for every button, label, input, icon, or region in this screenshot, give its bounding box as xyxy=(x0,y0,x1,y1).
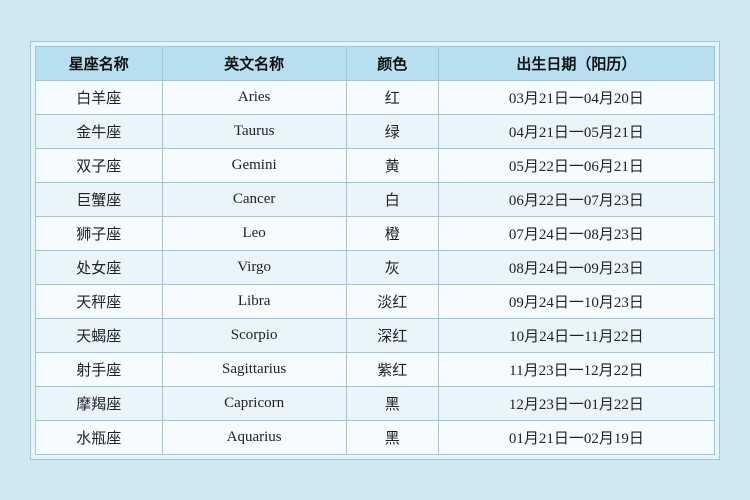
cell-color: 绿 xyxy=(346,114,438,148)
zodiac-table-container: 星座名称 英文名称 颜色 出生日期（阳历） 白羊座Aries红03月21日一04… xyxy=(30,41,720,460)
cell-en: Aquarius xyxy=(162,420,346,454)
cell-date: 01月21日一02月19日 xyxy=(438,420,714,454)
table-row: 天蝎座Scorpio深红10月24日一11月22日 xyxy=(36,318,715,352)
cell-en: Virgo xyxy=(162,250,346,284)
cell-en: Aries xyxy=(162,80,346,114)
cell-date: 07月24日一08月23日 xyxy=(438,216,714,250)
cell-color: 黄 xyxy=(346,148,438,182)
zodiac-table: 星座名称 英文名称 颜色 出生日期（阳历） 白羊座Aries红03月21日一04… xyxy=(35,46,715,455)
header-date: 出生日期（阳历） xyxy=(438,46,714,80)
table-row: 射手座Sagittarius紫红11月23日一12月22日 xyxy=(36,352,715,386)
cell-zh: 射手座 xyxy=(36,352,163,386)
cell-en: Libra xyxy=(162,284,346,318)
table-row: 金牛座Taurus绿04月21日一05月21日 xyxy=(36,114,715,148)
table-row: 狮子座Leo橙07月24日一08月23日 xyxy=(36,216,715,250)
cell-date: 09月24日一10月23日 xyxy=(438,284,714,318)
cell-zh: 双子座 xyxy=(36,148,163,182)
table-row: 摩羯座Capricorn黑12月23日一01月22日 xyxy=(36,386,715,420)
cell-color: 红 xyxy=(346,80,438,114)
cell-zh: 狮子座 xyxy=(36,216,163,250)
cell-date: 04月21日一05月21日 xyxy=(438,114,714,148)
header-en: 英文名称 xyxy=(162,46,346,80)
cell-date: 03月21日一04月20日 xyxy=(438,80,714,114)
cell-zh: 水瓶座 xyxy=(36,420,163,454)
cell-en: Cancer xyxy=(162,182,346,216)
cell-date: 05月22日一06月21日 xyxy=(438,148,714,182)
cell-color: 白 xyxy=(346,182,438,216)
table-row: 处女座Virgo灰08月24日一09月23日 xyxy=(36,250,715,284)
cell-color: 黑 xyxy=(346,386,438,420)
table-row: 巨蟹座Cancer白06月22日一07月23日 xyxy=(36,182,715,216)
cell-color: 紫红 xyxy=(346,352,438,386)
cell-en: Gemini xyxy=(162,148,346,182)
cell-en: Scorpio xyxy=(162,318,346,352)
cell-en: Sagittarius xyxy=(162,352,346,386)
table-row: 双子座Gemini黄05月22日一06月21日 xyxy=(36,148,715,182)
cell-date: 10月24日一11月22日 xyxy=(438,318,714,352)
table-row: 天秤座Libra淡红09月24日一10月23日 xyxy=(36,284,715,318)
cell-en: Taurus xyxy=(162,114,346,148)
cell-zh: 处女座 xyxy=(36,250,163,284)
cell-zh: 巨蟹座 xyxy=(36,182,163,216)
cell-zh: 金牛座 xyxy=(36,114,163,148)
cell-zh: 摩羯座 xyxy=(36,386,163,420)
cell-zh: 白羊座 xyxy=(36,80,163,114)
table-header-row: 星座名称 英文名称 颜色 出生日期（阳历） xyxy=(36,46,715,80)
cell-en: Leo xyxy=(162,216,346,250)
cell-date: 11月23日一12月22日 xyxy=(438,352,714,386)
header-color: 颜色 xyxy=(346,46,438,80)
cell-color: 黑 xyxy=(346,420,438,454)
cell-color: 深红 xyxy=(346,318,438,352)
cell-zh: 天蝎座 xyxy=(36,318,163,352)
cell-en: Capricorn xyxy=(162,386,346,420)
cell-color: 橙 xyxy=(346,216,438,250)
cell-date: 08月24日一09月23日 xyxy=(438,250,714,284)
table-row: 水瓶座Aquarius黑01月21日一02月19日 xyxy=(36,420,715,454)
cell-zh: 天秤座 xyxy=(36,284,163,318)
cell-color: 灰 xyxy=(346,250,438,284)
cell-date: 12月23日一01月22日 xyxy=(438,386,714,420)
header-zh: 星座名称 xyxy=(36,46,163,80)
table-row: 白羊座Aries红03月21日一04月20日 xyxy=(36,80,715,114)
cell-color: 淡红 xyxy=(346,284,438,318)
cell-date: 06月22日一07月23日 xyxy=(438,182,714,216)
